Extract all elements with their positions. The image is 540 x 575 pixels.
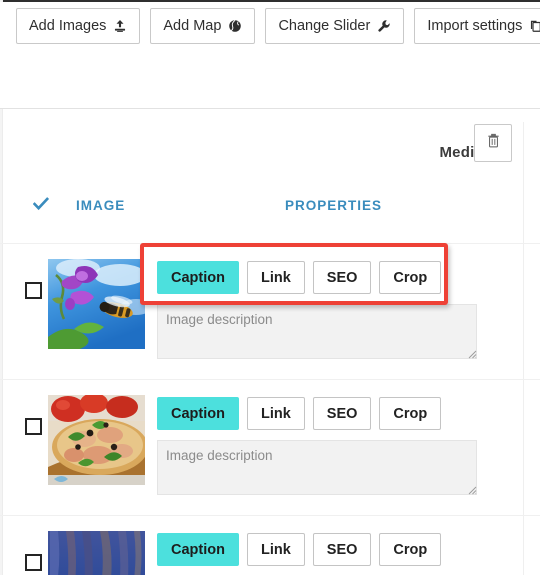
column-header-properties: PROPERTIES [285,198,383,213]
column-header-image: IMAGE [76,198,126,213]
row-thumbnail[interactable] [48,259,145,349]
tab-seo[interactable]: SEO [312,261,372,294]
trash-icon [486,133,501,154]
tab-link[interactable]: Link [246,397,305,430]
add-images-button[interactable]: Add Images [16,8,141,44]
tab-caption[interactable]: Caption [157,261,239,294]
table-row: Caption Link SEO Crop [0,515,540,575]
change-slider-button[interactable]: Change Slider [265,8,405,44]
media-manager-panel: Add Images Add Map Change Slider Import … [0,0,540,575]
import-settings-button[interactable]: Import settings [414,8,540,44]
import-settings-label: Import settings [427,18,523,34]
check-icon [32,197,50,211]
image-description-input[interactable] [157,440,477,495]
list-column-headers: IMAGE PROPERTIES [0,196,540,222]
row-properties-tabs: Caption Link SEO Crop [157,397,442,430]
tab-caption[interactable]: Caption [157,533,239,566]
tab-crop[interactable]: Crop [379,261,442,294]
tab-seo[interactable]: SEO [312,533,372,566]
tab-seo[interactable]: SEO [312,397,372,430]
add-map-button[interactable]: Add Map [150,8,256,44]
pizza-image [48,395,145,485]
blue-waterfall-image [48,531,145,575]
table-row: Caption Link SEO Crop [0,243,540,379]
tab-link[interactable]: Link [246,261,305,294]
tab-caption[interactable]: Caption [157,397,239,430]
globe-icon [228,19,242,33]
toolbar: Add Images Add Map Change Slider Import … [0,2,540,109]
add-map-label: Add Map [163,18,222,34]
toolbar-buttons: Add Images Add Map Change Slider Import … [16,8,540,44]
copy-icon [529,19,540,33]
add-images-label: Add Images [29,18,107,34]
change-slider-label: Change Slider [278,18,371,34]
tab-crop[interactable]: Crop [379,397,442,430]
row-select-checkbox[interactable] [25,418,42,435]
row-select-checkbox[interactable] [25,282,42,299]
delete-selected-button[interactable] [474,124,512,162]
tab-link[interactable]: Link [246,533,305,566]
upload-icon [113,19,127,33]
image-description-input[interactable] [157,304,477,359]
wrench-icon [377,19,391,33]
tab-crop[interactable]: Crop [379,533,442,566]
row-thumbnail[interactable] [48,531,145,575]
bee-flower-image [48,259,145,349]
row-select-checkbox[interactable] [25,554,42,571]
select-all-checkbox[interactable] [32,196,50,218]
row-properties-tabs: Caption Link SEO Crop [157,261,442,294]
table-row: Caption Link SEO Crop [0,379,540,515]
row-thumbnail[interactable] [48,395,145,485]
row-properties-tabs: Caption Link SEO Crop [157,533,442,566]
